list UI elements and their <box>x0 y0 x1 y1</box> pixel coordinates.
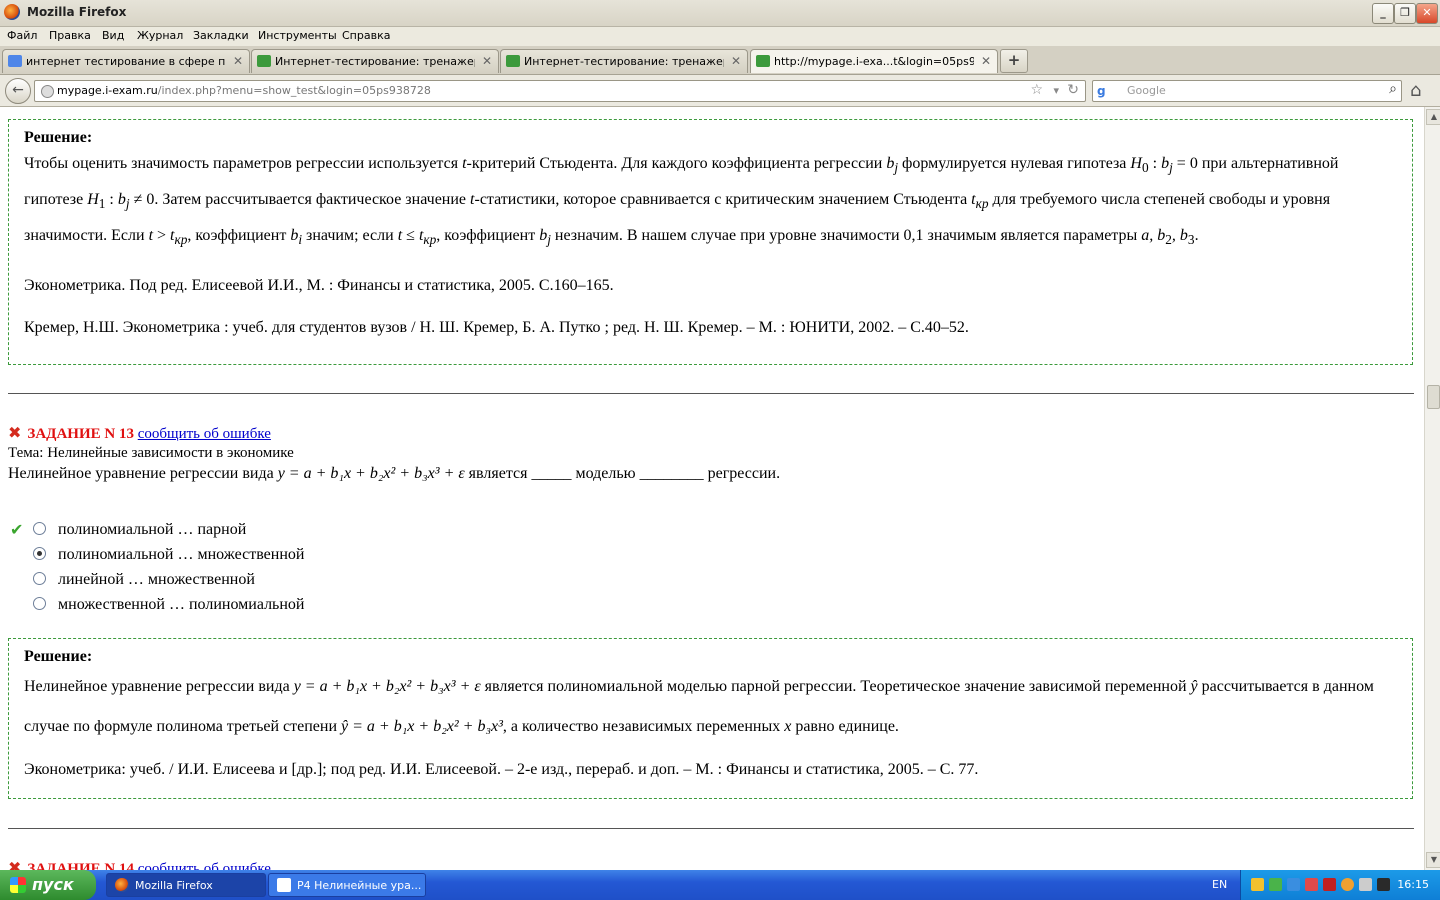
search-icon[interactable]: ⌕ <box>1389 81 1397 97</box>
tab-1[interactable]: интернет тестирование в сфере проф ... ✕ <box>2 49 250 73</box>
tab-close-icon[interactable]: ✕ <box>731 54 741 68</box>
menu-view[interactable]: Вид <box>102 29 124 42</box>
window-titlebar: Mozilla Firefox _ ❐ ✕ <box>0 0 1440 27</box>
menu-help[interactable]: Справка <box>342 29 390 42</box>
tab-bar: интернет тестирование в сфере проф ... ✕… <box>0 46 1440 75</box>
answer-option-4[interactable]: множественной … полиномиальной <box>33 596 304 616</box>
answer-option-2[interactable]: полиномиальной … множественной <box>33 546 304 566</box>
radio-button[interactable] <box>33 572 46 585</box>
volume-icon[interactable] <box>1359 878 1372 891</box>
search-placeholder: Google <box>1127 84 1166 97</box>
answer-option-3[interactable]: линейной … множественной <box>33 571 255 591</box>
task-header-14: ✖ ЗАДАНИЕ N 14 сообщить об ошибке <box>8 858 271 870</box>
separator <box>8 828 1414 829</box>
task-topic: Тема: Нелинейные зависимости в экономике <box>8 445 294 461</box>
tab-label: http://mypage.i-exa...t&login=05ps938728 <box>774 55 974 68</box>
bookmark-star-icon[interactable]: ☆ <box>1030 82 1043 98</box>
tab-label: Интернет-тестирование: тренажеры, ... <box>524 55 724 68</box>
tab-close-icon[interactable]: ✕ <box>482 54 492 68</box>
iexam-favicon-icon <box>506 55 520 67</box>
radio-button-selected[interactable] <box>33 547 46 560</box>
report-error-link[interactable]: сообщить об ошибке <box>138 861 271 870</box>
correct-answer-icon: ✔ <box>10 520 24 539</box>
menu-tools[interactable]: Инструменты <box>258 29 337 42</box>
start-button[interactable]: пуск <box>0 870 96 900</box>
tab-label: интернет тестирование в сфере проф ... <box>26 55 226 68</box>
clock: 16:15 <box>1397 878 1429 891</box>
menu-bar: Файл Правка Вид Журнал Закладки Инструме… <box>0 27 1440 46</box>
reference-1: Эконометрика. Под ред. Елисеевой И.И., М… <box>24 276 614 294</box>
new-tab-button[interactable]: + <box>1000 49 1028 73</box>
wrong-answer-icon: ✖ <box>8 423 22 442</box>
home-icon[interactable]: ⌂ <box>1410 80 1421 101</box>
menu-bookmarks[interactable]: Закладки <box>193 29 249 42</box>
url-text: mypage.i-exam.ru/index.php?menu=show_tes… <box>57 84 431 97</box>
document-icon <box>277 878 291 892</box>
tray-app-icon[interactable] <box>1269 878 1282 891</box>
back-button[interactable]: ← <box>5 78 31 104</box>
page-content: Решение: Чтобы оценить значимость параме… <box>0 107 1424 870</box>
reference-2: Кремер, Н.Ш. Эконометрика : учеб. для ст… <box>24 318 969 336</box>
history-dropdown-icon[interactable]: ▾ <box>1053 84 1059 97</box>
question-text: Нелинейное уравнение регрессии вида y = … <box>8 465 781 482</box>
close-button[interactable]: ✕ <box>1416 3 1438 24</box>
google-favicon-icon <box>8 55 22 67</box>
tray-app-icon[interactable] <box>1251 878 1264 891</box>
answer-option-1[interactable]: полиномиальной … парной <box>33 521 246 541</box>
tray-app-icon[interactable] <box>1377 878 1390 891</box>
tab-3[interactable]: Интернет-тестирование: тренажеры, ... ✕ <box>500 49 748 73</box>
scroll-up-arrow[interactable]: ▲ <box>1426 109 1440 125</box>
tab-label: Интернет-тестирование: тренажеры, ... <box>275 55 475 68</box>
task-number: ЗАДАНИЕ N 13 <box>27 426 134 442</box>
tab-4-active[interactable]: http://mypage.i-exa...t&login=05ps938728… <box>750 49 998 73</box>
search-box[interactable]: g Google ⌕ <box>1092 80 1402 102</box>
separator <box>8 393 1414 394</box>
task-number: ЗАДАНИЕ N 14 <box>27 861 134 870</box>
vertical-scrollbar[interactable]: ▲ ▼ <box>1424 107 1440 870</box>
navigation-bar: ← mypage.i-exam.ru/index.php?menu=show_t… <box>0 75 1440 107</box>
solution-text: Нелинейное уравнение регрессии вида y = … <box>24 678 1374 735</box>
menu-file[interactable]: Файл <box>7 29 37 42</box>
menu-edit[interactable]: Правка <box>49 29 91 42</box>
solution-box-13: Решение: Нелинейное уравнение регрессии … <box>8 638 1413 799</box>
report-error-link[interactable]: сообщить об ошибке <box>138 426 271 442</box>
language-indicator[interactable]: EN <box>1212 878 1227 891</box>
solution-box-12: Решение: Чтобы оценить значимость параме… <box>8 119 1413 365</box>
firefox-icon <box>115 878 129 892</box>
radio-button[interactable] <box>33 522 46 535</box>
task-header-13: ✖ ЗАДАНИЕ N 13 сообщить об ошибке <box>8 423 271 443</box>
solution-text: Чтобы оценить значимость параметров регр… <box>24 155 1339 248</box>
tab-2[interactable]: Интернет-тестирование: тренажеры, ... ✕ <box>251 49 499 73</box>
windows-logo-icon <box>10 877 26 893</box>
wrong-answer-icon: ✖ <box>8 858 22 870</box>
tab-close-icon[interactable]: ✕ <box>233 54 243 68</box>
tray-app-icon[interactable] <box>1287 878 1300 891</box>
scroll-thumb[interactable] <box>1427 385 1440 409</box>
reference-1: Эконометрика: учеб. / И.И. Елисеева и [д… <box>24 761 979 778</box>
window-title: Mozilla Firefox <box>27 5 127 19</box>
maximize-button[interactable]: ❐ <box>1394 3 1416 24</box>
menu-history[interactable]: Журнал <box>137 29 183 42</box>
reload-icon[interactable]: ↻ <box>1067 82 1079 98</box>
google-engine-icon[interactable]: g <box>1097 84 1111 98</box>
scroll-down-arrow[interactable]: ▼ <box>1426 852 1440 868</box>
solution-heading: Решение: <box>24 648 93 665</box>
url-bar[interactable]: mypage.i-exam.ru/index.php?menu=show_tes… <box>34 80 1086 102</box>
taskbar-item-document[interactable]: P4 Нелинейные ура... <box>268 873 426 897</box>
iexam-favicon-icon <box>257 55 271 67</box>
minimize-button[interactable]: _ <box>1372 3 1394 24</box>
solution-heading: Решение: <box>24 129 93 146</box>
iexam-favicon-icon <box>756 55 770 67</box>
site-identity-icon[interactable] <box>41 85 54 98</box>
tray-app-icon[interactable] <box>1305 878 1318 891</box>
taskbar-item-firefox[interactable]: Mozilla Firefox <box>106 873 266 897</box>
windows-taskbar: пуск Mozilla Firefox P4 Нелинейные ура..… <box>0 870 1440 900</box>
firefox-icon <box>4 4 20 20</box>
tab-close-icon[interactable]: ✕ <box>981 54 991 68</box>
tray-app-icon[interactable] <box>1323 878 1336 891</box>
tray-app-icon[interactable] <box>1341 878 1354 891</box>
radio-button[interactable] <box>33 597 46 610</box>
system-tray: 16:15 <box>1240 870 1440 900</box>
